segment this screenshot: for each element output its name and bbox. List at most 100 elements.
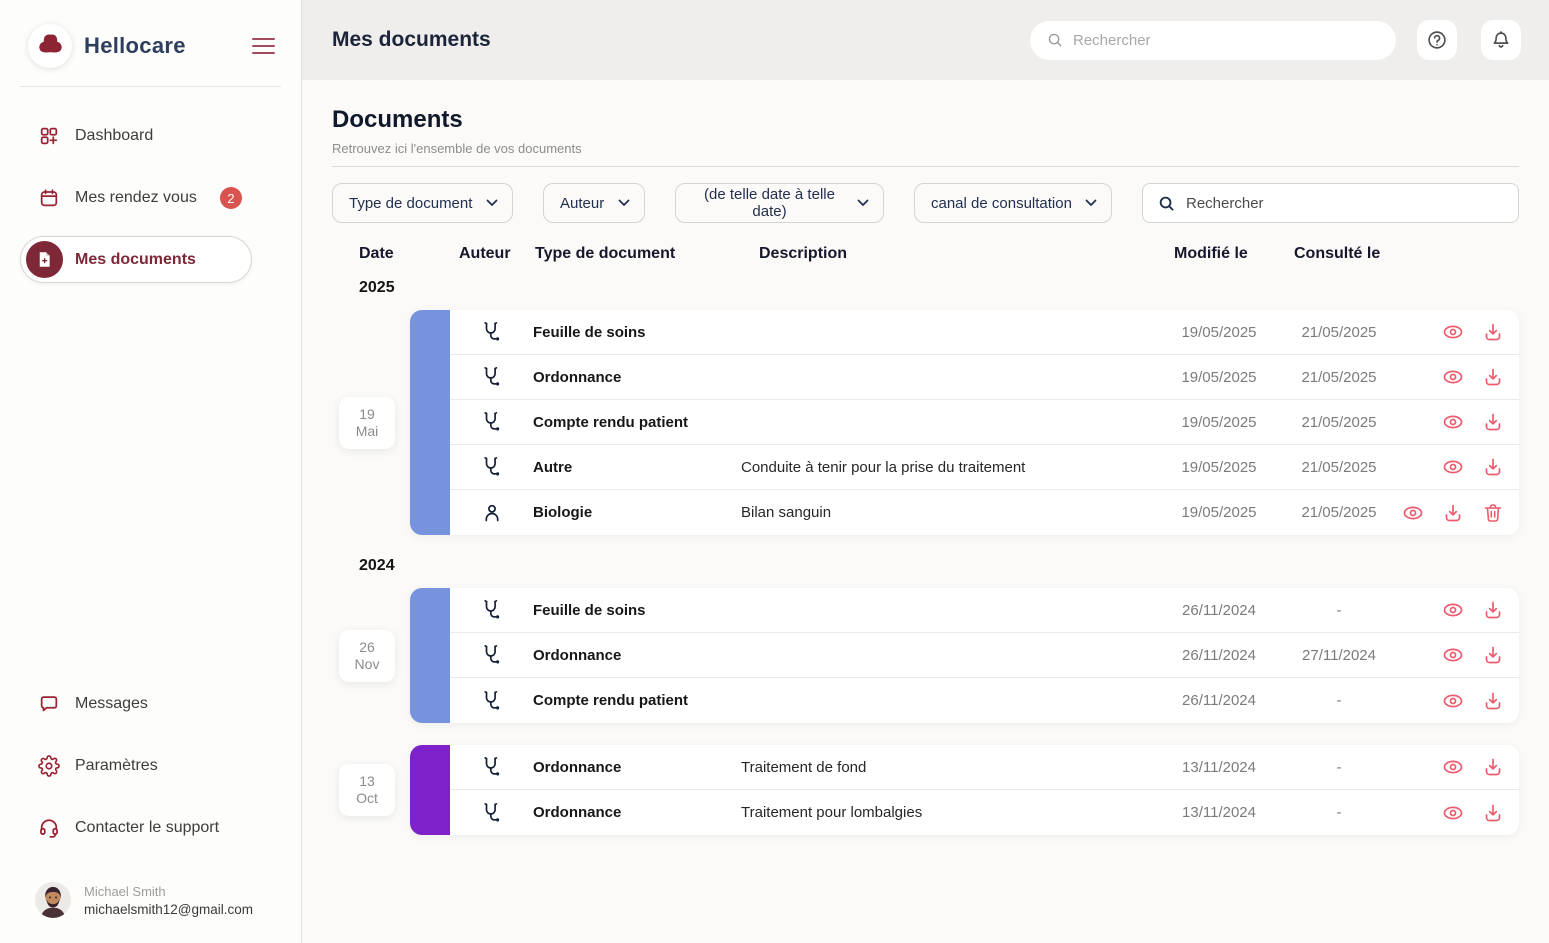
view-button[interactable] [1441, 755, 1465, 779]
sidebar-item-dashboard[interactable]: Dashboard [0, 105, 301, 167]
date-group: 13 Oct Ordonnance Traitement de fond 13/… [410, 745, 1519, 835]
column-header: Modifié le [1174, 245, 1248, 263]
view-button[interactable] [1441, 643, 1465, 667]
download-button[interactable] [1441, 501, 1465, 525]
download-button[interactable] [1481, 410, 1505, 434]
date-month: Mai [339, 423, 395, 440]
document-row[interactable]: Autre Conduite à tenir pour la prise du … [450, 445, 1519, 490]
view-button[interactable] [1401, 501, 1425, 525]
trash-icon [1481, 501, 1505, 525]
sidebar-item-label: Mes rendez vous [75, 189, 197, 207]
bell-icon [1490, 29, 1512, 51]
view-button[interactable] [1441, 320, 1465, 344]
consulted-date: 21/05/2025 [1279, 504, 1399, 521]
modified-date: 19/05/2025 [1159, 324, 1279, 341]
document-row[interactable]: Ordonnance 19/05/2025 21/05/2025 [450, 355, 1519, 400]
user-profile[interactable]: Michael Smith michaelsmith12@gmail.com [0, 869, 301, 943]
download-icon [1481, 410, 1505, 434]
column-header: Auteur [459, 245, 511, 263]
download-button[interactable] [1481, 643, 1505, 667]
page-title: Mes documents [332, 28, 491, 52]
view-button[interactable] [1441, 365, 1465, 389]
consulted-date: 21/05/2025 [1279, 324, 1399, 341]
filter-dropdown-2[interactable]: Auteur [543, 183, 645, 223]
download-button[interactable] [1481, 689, 1505, 713]
delete-button[interactable] [1481, 501, 1505, 525]
document-type: Ordonnance [533, 369, 741, 386]
download-button[interactable] [1481, 365, 1505, 389]
headset-icon [38, 817, 60, 839]
user-email: michaelsmith12@gmail.com [84, 902, 253, 917]
consulted-date: - [1279, 759, 1399, 776]
view-button[interactable] [1441, 801, 1465, 825]
column-header: Description [759, 245, 847, 263]
document-row[interactable]: Compte rendu patient 19/05/2025 21/05/20… [450, 400, 1519, 445]
download-button[interactable] [1481, 755, 1505, 779]
filter-label: Auteur [560, 195, 604, 212]
view-button[interactable] [1441, 689, 1465, 713]
global-search-input[interactable] [1073, 32, 1380, 49]
documents-search-input[interactable] [1186, 195, 1504, 212]
row-actions [1399, 689, 1519, 713]
document-row[interactable]: Compte rendu patient 26/11/2024 - [450, 678, 1519, 723]
download-icon [1481, 755, 1505, 779]
year-label: 2024 [359, 557, 1519, 575]
eye-icon [1441, 365, 1465, 389]
eye-icon [1441, 689, 1465, 713]
document-type: Feuille de soins [533, 324, 741, 341]
document-card: Ordonnance Traitement de fond 13/11/2024… [410, 745, 1519, 835]
date-chip: 19 Mai [339, 397, 395, 449]
modified-date: 19/05/2025 [1159, 459, 1279, 476]
date-group: 19 Mai Feuille de soins 19/05/2025 21/05… [410, 310, 1519, 535]
consulted-date: 21/05/2025 [1279, 369, 1399, 386]
chevron-down-icon [857, 199, 869, 207]
document-row[interactable]: Ordonnance Traitement pour lombalgies 13… [450, 790, 1519, 835]
notifications-button[interactable] [1481, 20, 1521, 60]
consulted-date: - [1279, 602, 1399, 619]
download-button[interactable] [1481, 598, 1505, 622]
download-button[interactable] [1481, 455, 1505, 479]
document-row[interactable]: Feuille de soins 19/05/2025 21/05/2025 [450, 310, 1519, 355]
stethoscope-icon [450, 320, 533, 344]
chevron-down-icon [618, 199, 630, 207]
document-row[interactable]: Feuille de soins 26/11/2024 - [450, 588, 1519, 633]
filter-dropdown-3[interactable]: (de telle date à telle date) [675, 183, 884, 223]
sidebar-item-messages[interactable]: Messages [0, 673, 301, 735]
filter-dropdown-1[interactable]: Type de document [332, 183, 513, 223]
help-button[interactable] [1417, 20, 1457, 60]
content: Documents Retrouvez ici l'ensemble de vo… [302, 80, 1549, 943]
search-icon [1046, 31, 1064, 49]
document-description: Conduite à tenir pour la prise du traite… [741, 459, 1159, 476]
menu-toggle-button[interactable] [252, 38, 275, 54]
year-label: 2025 [359, 279, 1519, 297]
document-row[interactable]: Biologie Bilan sanguin 19/05/2025 21/05/… [450, 490, 1519, 535]
sidebar-item-mes-rendez-vous[interactable]: Mes rendez vous 2 [0, 167, 301, 229]
eye-icon [1441, 755, 1465, 779]
brand-name: Hellocare [84, 33, 186, 59]
stethoscope-icon [450, 410, 533, 434]
view-button[interactable] [1441, 410, 1465, 434]
filter-label: (de telle date à telle date) [692, 186, 847, 220]
group-color-bar [410, 745, 450, 835]
date-month: Oct [339, 790, 395, 807]
filter-dropdown-4[interactable]: canal de consultation [914, 183, 1112, 223]
document-row[interactable]: Ordonnance Traitement de fond 13/11/2024… [450, 745, 1519, 790]
document-description: Bilan sanguin [741, 504, 1159, 521]
search-icon [1157, 194, 1176, 213]
sidebar-item-mes-documents[interactable]: Mes documents [20, 236, 252, 283]
sidebar-item-label: Paramètres [75, 757, 158, 775]
row-actions [1399, 755, 1519, 779]
document-row[interactable]: Ordonnance 26/11/2024 27/11/2024 [450, 633, 1519, 678]
sidebar-nav: Dashboard Mes rendez vous 2 Mes document… [0, 105, 301, 291]
sidebar-divider [20, 86, 281, 87]
sidebar-item-contacter-le-support[interactable]: Contacter le support [0, 797, 301, 859]
view-button[interactable] [1441, 598, 1465, 622]
download-button[interactable] [1481, 320, 1505, 344]
sidebar-item-paramètres[interactable]: Paramètres [0, 735, 301, 797]
filters-row: Type de document Auteur (de telle date à… [332, 183, 1519, 223]
download-button[interactable] [1481, 801, 1505, 825]
sidebar-item-label: Contacter le support [75, 819, 219, 837]
main-area: Mes documents Documents Retrouvez ici l [302, 0, 1549, 943]
view-button[interactable] [1441, 455, 1465, 479]
documents-search [1142, 183, 1519, 223]
